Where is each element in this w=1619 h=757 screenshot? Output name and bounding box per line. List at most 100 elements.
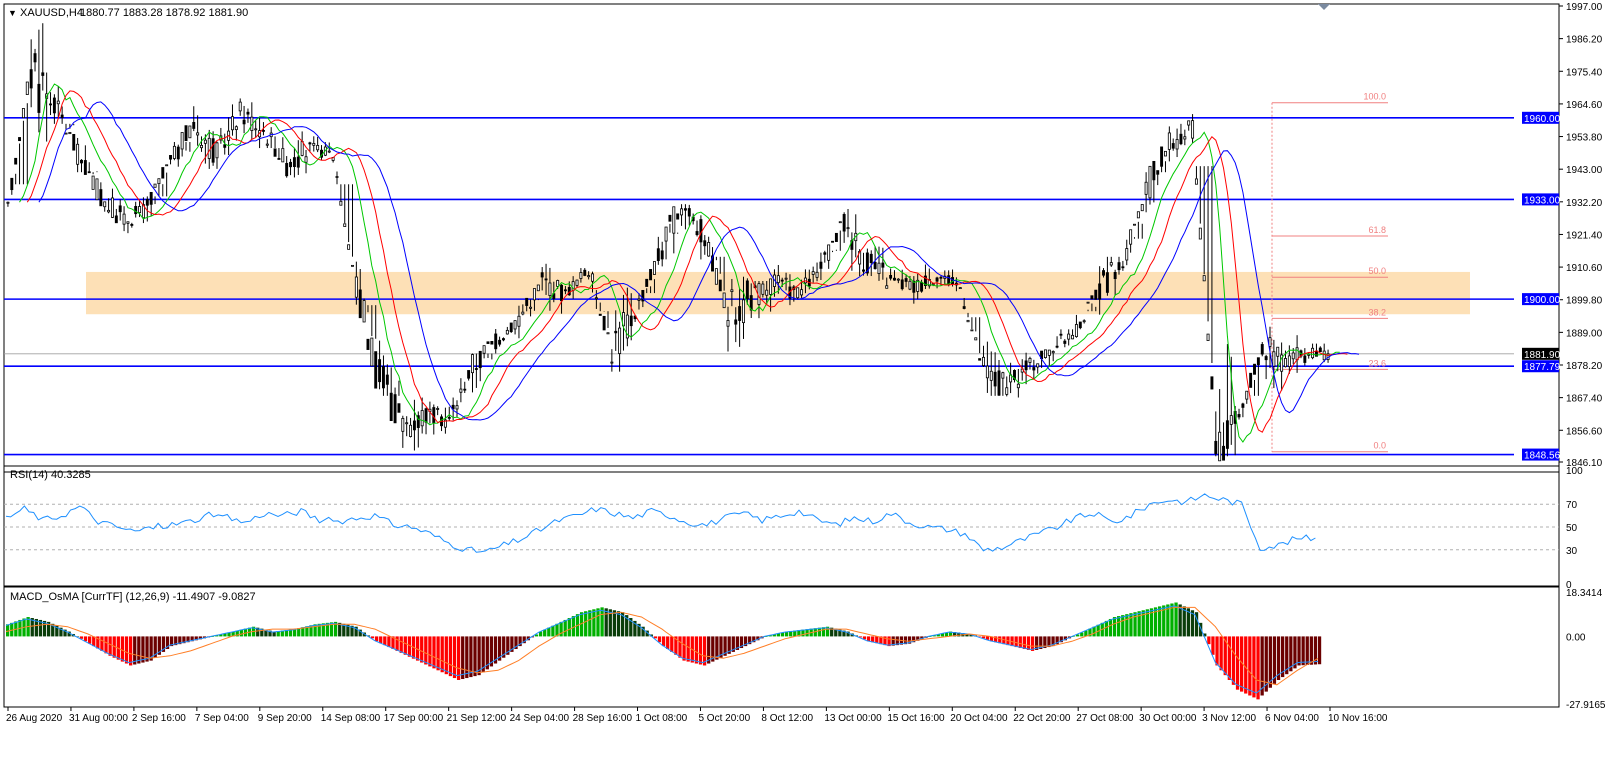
candle[interactable] xyxy=(734,319,738,325)
candle[interactable] xyxy=(447,416,451,419)
candle[interactable] xyxy=(904,278,908,282)
candle[interactable] xyxy=(776,275,780,283)
candle[interactable] xyxy=(207,137,211,159)
candle[interactable] xyxy=(900,279,904,290)
candle[interactable] xyxy=(300,141,304,156)
candle[interactable] xyxy=(974,337,978,341)
candle[interactable] xyxy=(1082,320,1086,323)
candle[interactable] xyxy=(370,337,374,367)
candle[interactable] xyxy=(885,285,889,289)
candle[interactable] xyxy=(819,261,823,269)
candle[interactable] xyxy=(285,162,289,177)
candle[interactable] xyxy=(645,278,649,287)
candle[interactable] xyxy=(1032,367,1036,371)
candle[interactable] xyxy=(1187,120,1191,126)
candle[interactable] xyxy=(1291,352,1295,360)
candle[interactable] xyxy=(203,139,207,144)
candle[interactable] xyxy=(327,150,331,153)
candle[interactable] xyxy=(517,315,521,327)
candle[interactable] xyxy=(347,244,351,250)
candle[interactable] xyxy=(21,108,25,119)
candle[interactable] xyxy=(80,159,83,164)
candle[interactable] xyxy=(989,370,993,381)
candle[interactable] xyxy=(699,219,703,243)
candle[interactable] xyxy=(962,306,966,309)
candle[interactable] xyxy=(869,253,873,264)
candle[interactable] xyxy=(742,299,745,324)
candle[interactable] xyxy=(1047,349,1051,356)
candle[interactable] xyxy=(76,143,80,165)
candle[interactable] xyxy=(242,119,246,125)
candle[interactable] xyxy=(1028,357,1032,363)
candle[interactable] xyxy=(579,272,583,279)
candle[interactable] xyxy=(993,371,997,387)
candle[interactable] xyxy=(409,424,413,437)
candle[interactable] xyxy=(130,224,134,226)
candle[interactable] xyxy=(455,405,459,410)
chart-window[interactable]: 100.0 61.8 50.0 38.2 23.6 0.0 1997.00 1986.20 1… xyxy=(0,0,1619,757)
candle[interactable] xyxy=(862,269,865,272)
candle[interactable] xyxy=(95,178,99,201)
candle[interactable] xyxy=(304,156,308,163)
candle[interactable] xyxy=(525,297,529,306)
candle[interactable] xyxy=(920,281,924,292)
candle[interactable] xyxy=(1264,356,1268,361)
candle[interactable] xyxy=(1102,270,1105,276)
candle[interactable] xyxy=(726,320,730,327)
candle[interactable] xyxy=(1094,289,1098,300)
candle[interactable] xyxy=(424,408,428,423)
candle[interactable] xyxy=(1225,420,1229,449)
candle[interactable] xyxy=(1206,333,1210,341)
candle[interactable] xyxy=(1144,181,1148,195)
candle[interactable] xyxy=(834,232,838,242)
candle[interactable] xyxy=(41,72,45,76)
candle[interactable] xyxy=(714,268,718,285)
candle[interactable] xyxy=(366,338,370,350)
candle[interactable] xyxy=(188,125,192,139)
candle[interactable] xyxy=(378,359,382,383)
candle[interactable] xyxy=(1152,160,1156,181)
candle[interactable] xyxy=(482,345,486,354)
candle[interactable] xyxy=(982,356,985,366)
candle[interactable] xyxy=(838,221,842,224)
candle[interactable] xyxy=(521,311,525,315)
candle[interactable] xyxy=(223,144,227,148)
candle[interactable] xyxy=(107,209,111,213)
candle[interactable] xyxy=(273,148,277,157)
candle[interactable] xyxy=(1113,271,1117,280)
candle[interactable] xyxy=(502,338,505,341)
candle[interactable] xyxy=(238,101,242,112)
candle[interactable] xyxy=(769,278,773,295)
candle[interactable] xyxy=(362,300,366,323)
candle[interactable] xyxy=(68,131,72,135)
candle[interactable] xyxy=(784,277,788,280)
candle[interactable] xyxy=(389,392,393,422)
candle[interactable] xyxy=(800,289,804,296)
candle[interactable] xyxy=(308,142,312,145)
candle[interactable] xyxy=(556,280,560,287)
candle[interactable] xyxy=(1160,146,1164,167)
candle[interactable] xyxy=(420,410,424,427)
candle[interactable] xyxy=(540,272,544,278)
candle[interactable] xyxy=(513,320,517,330)
candle[interactable] xyxy=(49,103,52,106)
candle[interactable] xyxy=(486,341,490,344)
candle[interactable] xyxy=(1202,275,1206,282)
candle[interactable] xyxy=(1191,120,1195,139)
candle[interactable] xyxy=(335,176,339,178)
candle[interactable] xyxy=(83,160,87,175)
candle[interactable] xyxy=(343,223,347,227)
candle[interactable] xyxy=(893,277,896,281)
candle[interactable] xyxy=(656,248,660,262)
candle[interactable] xyxy=(478,350,482,369)
candle[interactable] xyxy=(575,279,579,286)
candle[interactable] xyxy=(1129,229,1133,245)
candle[interactable] xyxy=(1276,346,1280,357)
candle[interactable] xyxy=(1179,133,1183,145)
candle[interactable] xyxy=(1055,345,1059,348)
candle[interactable] xyxy=(1318,347,1322,353)
candle[interactable] xyxy=(606,332,610,335)
candle[interactable] xyxy=(351,264,354,267)
candle[interactable] xyxy=(1121,266,1125,269)
candle[interactable] xyxy=(583,269,587,276)
